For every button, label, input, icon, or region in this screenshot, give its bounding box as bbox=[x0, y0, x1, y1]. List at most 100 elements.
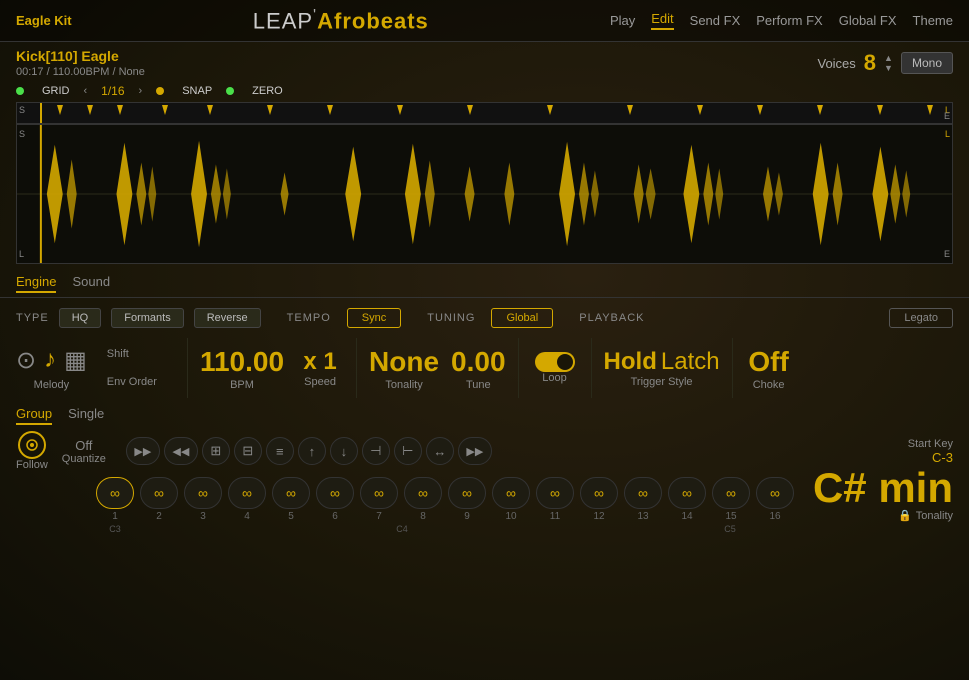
follow-icon[interactable] bbox=[18, 431, 46, 459]
grid-next[interactable]: › bbox=[139, 85, 143, 97]
voices-count: 8 bbox=[864, 50, 876, 76]
tuning-label: TUNING bbox=[427, 312, 475, 324]
nav-edit[interactable]: Edit bbox=[651, 11, 673, 30]
waveform-display[interactable]: S L L E bbox=[16, 124, 953, 264]
target-icon[interactable]: ⊙ bbox=[16, 346, 36, 375]
note-9 bbox=[424, 524, 462, 534]
arrows-btn[interactable]: ↔ bbox=[426, 437, 454, 465]
collapse-left-btn[interactable]: ⊣ bbox=[362, 437, 390, 465]
nav-global-fx[interactable]: Global FX bbox=[839, 13, 897, 28]
grid-icon[interactable]: ▦ bbox=[64, 346, 87, 375]
step-btn-9[interactable]: ∞ bbox=[448, 477, 486, 509]
step-btn-15[interactable]: ∞ bbox=[712, 477, 750, 509]
bpm-group: 110.00 BPM bbox=[194, 345, 290, 391]
grid-4-btn[interactable]: ⊞ bbox=[202, 437, 230, 465]
speed-value: x 1 bbox=[303, 348, 336, 377]
tempo-label: TEMPO bbox=[287, 312, 331, 324]
voices-label: Voices bbox=[817, 56, 855, 71]
tab-sound[interactable]: Sound bbox=[72, 274, 110, 293]
legato-button[interactable]: Legato bbox=[889, 308, 953, 328]
group-tabs: Group Single bbox=[16, 406, 953, 425]
collapse-right-btn[interactable]: ⊢ bbox=[394, 437, 422, 465]
step-btn-1[interactable]: ∞ bbox=[96, 477, 134, 509]
grid-3-btn[interactable]: ⊟ bbox=[234, 437, 262, 465]
note-4 bbox=[219, 524, 257, 534]
step-btn-7[interactable]: ∞ bbox=[360, 477, 398, 509]
hq-button[interactable]: HQ bbox=[59, 308, 102, 328]
step-num-5: 5 bbox=[288, 511, 294, 522]
nav-back[interactable]: ◀◀ bbox=[164, 437, 198, 465]
sync-button[interactable]: Sync bbox=[347, 308, 401, 328]
divider-5 bbox=[732, 338, 733, 398]
shift-label: Shift bbox=[107, 348, 157, 360]
note-7 bbox=[342, 524, 380, 534]
sample-time: 00:17 bbox=[16, 66, 44, 78]
up-btn[interactable]: ↑ bbox=[298, 437, 326, 465]
step-num-13: 13 bbox=[637, 511, 648, 522]
right-key-panel: Start Key C-3 bbox=[908, 438, 953, 465]
divider-1 bbox=[187, 338, 188, 398]
bars-btn[interactable]: ≡ bbox=[266, 437, 294, 465]
step-key-10: ∞ 10 bbox=[492, 477, 530, 522]
step-btn-5[interactable]: ∞ bbox=[272, 477, 310, 509]
nav-perform-fx[interactable]: Perform FX bbox=[756, 13, 822, 28]
divider-2 bbox=[356, 338, 357, 398]
grid-value: 1/16 bbox=[101, 84, 124, 98]
note-15 bbox=[670, 524, 708, 534]
nav-send-fx[interactable]: Send FX bbox=[690, 13, 741, 28]
waveform-l-label: L bbox=[945, 129, 950, 139]
start-key-value: C-3 bbox=[932, 450, 953, 465]
loop-toggle[interactable] bbox=[535, 352, 575, 372]
step-btn-2[interactable]: ∞ bbox=[140, 477, 178, 509]
quantize-section: Off Quantize bbox=[62, 438, 106, 465]
step-btn-11[interactable]: ∞ bbox=[536, 477, 574, 509]
voices-stepper[interactable]: ▲ ▼ bbox=[884, 53, 893, 73]
c4-label: C4 bbox=[383, 524, 421, 534]
tab-single[interactable]: Single bbox=[68, 406, 104, 425]
step-btn-10[interactable]: ∞ bbox=[492, 477, 530, 509]
nav-right-btn[interactable]: ▶▶ bbox=[458, 437, 492, 465]
step-num-6: 6 bbox=[332, 511, 338, 522]
note-icon[interactable]: ♪ bbox=[44, 346, 56, 375]
main-params: ⊙ ♪ ▦ Melody Shift Env Order 110.00 BPM … bbox=[0, 336, 969, 402]
step-num-14: 14 bbox=[681, 511, 692, 522]
down-btn[interactable]: ↓ bbox=[330, 437, 358, 465]
step-key-16: ∞ 16 bbox=[756, 477, 794, 522]
nav-theme[interactable]: Theme bbox=[913, 13, 953, 28]
divider-3 bbox=[518, 338, 519, 398]
step-key-13: ∞ 13 bbox=[624, 477, 662, 522]
playback-label: PLAYBACK bbox=[579, 312, 644, 324]
waveform-l-bottom: L bbox=[19, 249, 24, 259]
preset-name: Afrobeats bbox=[317, 8, 429, 33]
step-btn-14[interactable]: ∞ bbox=[668, 477, 706, 509]
formants-button[interactable]: Formants bbox=[111, 308, 183, 328]
engine-tabs: Engine Sound bbox=[0, 268, 969, 298]
mono-button[interactable]: Mono bbox=[901, 52, 953, 74]
step-btn-8[interactable]: ∞ bbox=[404, 477, 442, 509]
tab-group[interactable]: Group bbox=[16, 406, 52, 425]
type-row: TYPE HQ Formants Reverse TEMPO Sync TUNI… bbox=[16, 304, 953, 332]
tonality-value: None bbox=[369, 345, 439, 379]
step-btn-13[interactable]: ∞ bbox=[624, 477, 662, 509]
note-13 bbox=[588, 524, 626, 534]
shift-envorder: Shift Env Order bbox=[107, 348, 157, 388]
voices-section: Voices 8 ▲ ▼ Mono bbox=[817, 50, 953, 76]
step-btn-4[interactable]: ∞ bbox=[228, 477, 266, 509]
tab-engine[interactable]: Engine bbox=[16, 274, 56, 293]
reverse-button[interactable]: Reverse bbox=[194, 308, 261, 328]
nav-forward[interactable]: ▶▶ bbox=[126, 437, 160, 465]
step-key-3: ∞ 3 bbox=[184, 477, 222, 522]
grid-prev[interactable]: ‹ bbox=[84, 85, 88, 97]
trigger-style-display: Hold Latch bbox=[604, 348, 720, 376]
timeline-bar[interactable]: S L E bbox=[16, 102, 953, 124]
step-btn-3[interactable]: ∞ bbox=[184, 477, 222, 509]
step-num-11: 11 bbox=[550, 511, 560, 522]
zero-dot bbox=[226, 87, 234, 95]
global-button[interactable]: Global bbox=[491, 308, 553, 328]
grid-controls: GRID ‹ 1/16 › SNAP ZERO bbox=[0, 82, 969, 102]
nav-play[interactable]: Play bbox=[610, 13, 635, 28]
step-btn-12[interactable]: ∞ bbox=[580, 477, 618, 509]
step-btn-16[interactable]: ∞ bbox=[756, 477, 794, 509]
step-btn-6[interactable]: ∞ bbox=[316, 477, 354, 509]
tonality-label: Tonality bbox=[385, 379, 422, 391]
